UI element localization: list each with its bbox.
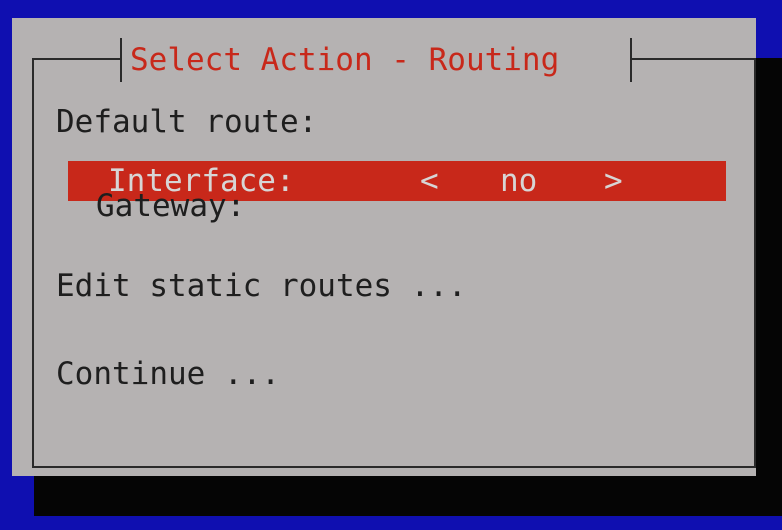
- dialog-title: Select Action - Routing: [130, 42, 560, 78]
- interface-value[interactable]: no: [500, 161, 537, 201]
- right-arrow-icon[interactable]: >: [604, 161, 623, 201]
- default-route-label: Default route:: [56, 104, 318, 140]
- edit-static-routes-item[interactable]: Edit static routes ...: [56, 268, 467, 304]
- routing-dialog: Select Action - Routing Default route: I…: [12, 18, 756, 476]
- continue-item[interactable]: Continue ...: [56, 356, 280, 392]
- left-arrow-icon[interactable]: <: [420, 161, 439, 201]
- gateway-label: Gateway:: [96, 188, 246, 224]
